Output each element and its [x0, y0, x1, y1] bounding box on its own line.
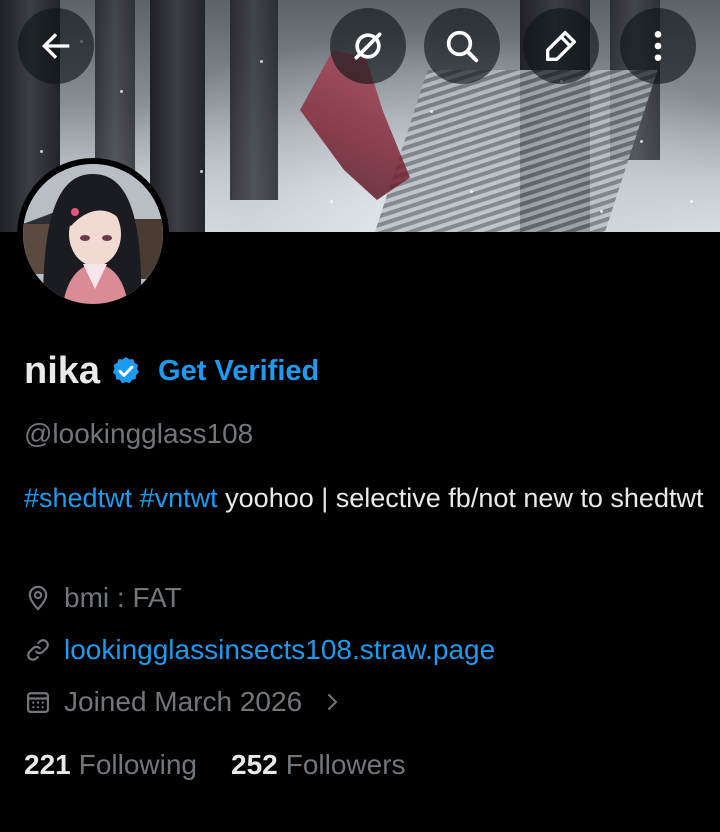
- following-label: Following: [78, 749, 197, 780]
- followers-stat[interactable]: 252 Followers: [231, 749, 406, 781]
- hashtag-link[interactable]: #vntwt: [140, 483, 218, 513]
- chevron-right-icon: [328, 694, 338, 710]
- user-handle: @lookingglass108: [24, 418, 254, 449]
- get-verified-link[interactable]: Get Verified: [158, 355, 319, 388]
- display-name: nika: [24, 349, 101, 392]
- following-stat[interactable]: 221 Following: [24, 749, 197, 781]
- website-link[interactable]: lookingglassinsects108.straw.page: [64, 634, 495, 666]
- more-vertical-icon: [654, 31, 662, 61]
- location-pin-icon: [28, 585, 48, 611]
- back-button[interactable]: [18, 8, 94, 84]
- followers-label: Followers: [285, 749, 406, 780]
- followers-count: 252: [231, 749, 278, 780]
- grok-icon: [354, 32, 382, 60]
- bio: #shedtwt #vntwt yoohoo | selective fb/no…: [24, 478, 704, 518]
- joined-text: Joined March 2026: [64, 686, 303, 717]
- edit-pencil-icon: [546, 30, 576, 61]
- edit-button[interactable]: [523, 8, 599, 84]
- website-row: lookingglassinsects108.straw.page: [24, 634, 495, 666]
- avatar-image: [23, 164, 163, 304]
- calendar-icon: [26, 692, 50, 714]
- arrow-left-icon: [42, 33, 70, 59]
- avatar[interactable]: [17, 158, 169, 310]
- bio-text: yoohoo | selective fb/not new to shedtwt: [225, 483, 704, 513]
- location-text: bmi : FAT: [64, 582, 182, 613]
- joined-row[interactable]: Joined March 2026: [24, 686, 344, 718]
- location-row: bmi : FAT: [24, 582, 182, 614]
- link-icon: [27, 639, 49, 661]
- name-row: nika Get Verified: [24, 346, 319, 396]
- grok-button[interactable]: [330, 8, 406, 84]
- more-options-button[interactable]: [620, 8, 696, 84]
- search-button[interactable]: [424, 8, 500, 84]
- following-count: 221: [24, 749, 71, 780]
- verified-badge-icon[interactable]: [110, 355, 142, 387]
- follow-stats: 221 Following 252 Followers: [24, 749, 406, 781]
- search-icon: [446, 30, 479, 63]
- hashtag-link[interactable]: #shedtwt: [24, 483, 132, 513]
